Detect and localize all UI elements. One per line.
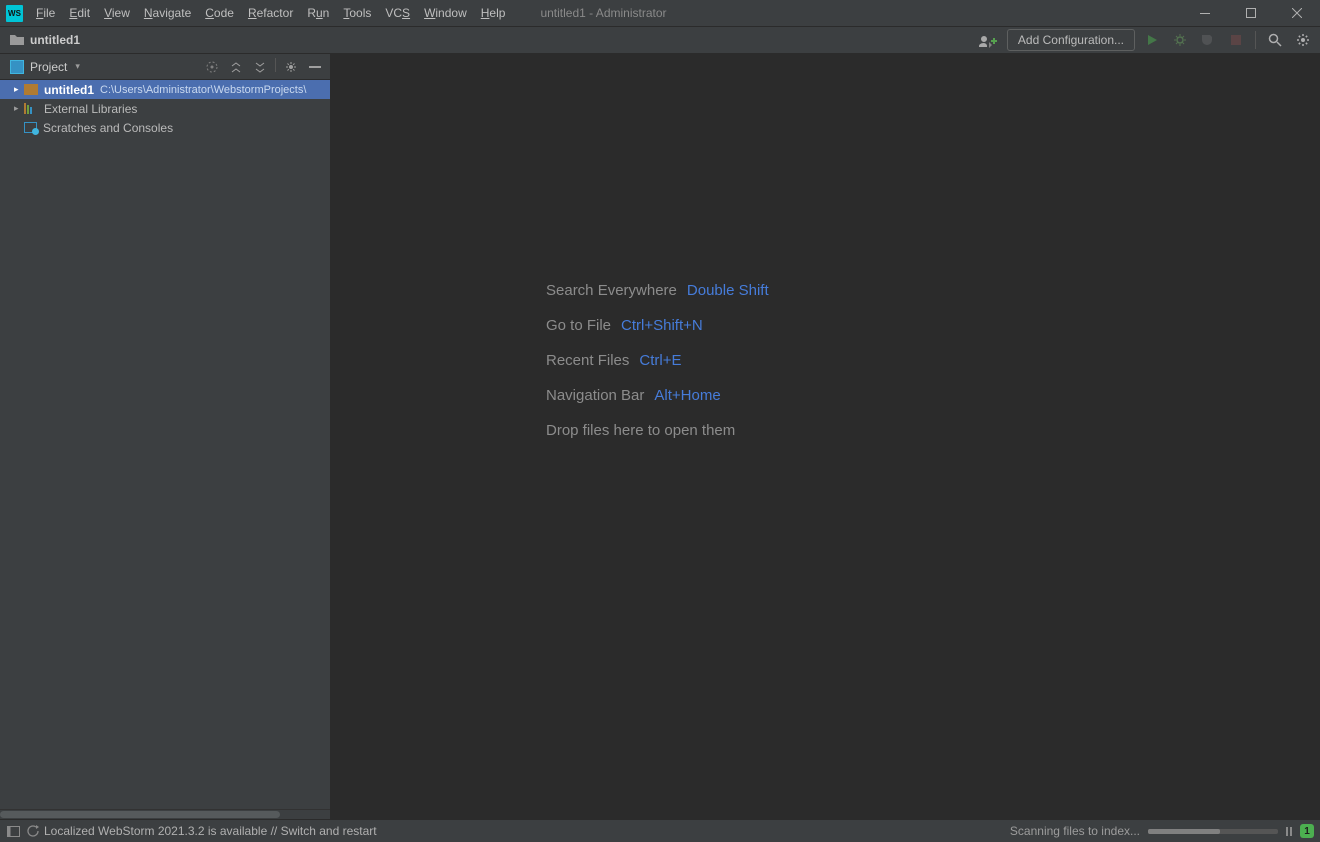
status-bar: Localized WebStorm 2021.3.2 is available… xyxy=(0,819,1320,842)
project-view-icon xyxy=(10,60,24,74)
library-icon xyxy=(24,103,38,114)
status-task-label[interactable]: Scanning files to index... xyxy=(1010,824,1140,838)
debug-button[interactable] xyxy=(1169,29,1191,51)
folder-icon xyxy=(24,84,38,95)
tree-external-libraries[interactable]: ▸ External Libraries xyxy=(0,99,330,118)
menu-edit[interactable]: Edit xyxy=(62,0,97,26)
app-logo-icon: WS xyxy=(6,5,23,22)
window-title: untitled1 - Administrator xyxy=(540,6,666,20)
status-message[interactable]: Localized WebStorm 2021.3.2 is available… xyxy=(44,824,377,838)
collapse-all-icon[interactable] xyxy=(251,58,269,76)
project-tool-window: Project ▾ ▸ untitled1 C:\Users\Administr… xyxy=(0,54,331,819)
menu-refactor[interactable]: Refactor xyxy=(241,0,300,26)
locate-file-icon[interactable] xyxy=(203,58,221,76)
run-with-coverage-button[interactable] xyxy=(1197,29,1219,51)
chevron-down-icon[interactable]: ▾ xyxy=(75,61,80,72)
tree-scratches[interactable]: Scratches and Consoles xyxy=(0,118,330,137)
hint-search-everywhere: Search Everywhere Double Shift xyxy=(546,282,769,299)
hint-recent-files: Recent Files Ctrl+E xyxy=(546,352,769,369)
project-tool-title[interactable]: Project xyxy=(30,60,67,74)
editor-empty-hints: Search Everywhere Double Shift Go to Fil… xyxy=(546,282,769,439)
project-tool-header: Project ▾ xyxy=(0,54,330,80)
scratches-icon xyxy=(24,122,37,133)
hint-go-to-file: Go to File Ctrl+Shift+N xyxy=(546,317,769,334)
project-tree[interactable]: ▸ untitled1 C:\Users\Administrator\Webst… xyxy=(0,80,330,809)
window-close-button[interactable] xyxy=(1274,0,1320,27)
menu-file[interactable]: File xyxy=(29,0,62,26)
breadcrumb-project[interactable]: untitled1 xyxy=(30,33,80,47)
window-minimize-button[interactable] xyxy=(1182,0,1228,27)
tree-root-name: untitled1 xyxy=(44,83,94,97)
code-with-me-button[interactable] xyxy=(975,29,1001,51)
menu-run[interactable]: Run xyxy=(300,0,336,26)
menu-view[interactable]: View xyxy=(97,0,137,26)
tool-window-settings-icon[interactable] xyxy=(282,58,300,76)
stop-button[interactable] xyxy=(1225,29,1247,51)
notifications-badge[interactable]: 1 xyxy=(1300,824,1314,838)
menu-tools[interactable]: Tools xyxy=(336,0,378,26)
menu-vcs[interactable]: VCS xyxy=(378,0,417,26)
menu-help[interactable]: Help xyxy=(474,0,513,26)
expand-all-icon[interactable] xyxy=(227,58,245,76)
navigation-bar: untitled1 Add Configuration... xyxy=(0,27,1320,54)
add-configuration-button[interactable]: Add Configuration... xyxy=(1007,29,1135,51)
editor-area[interactable]: Search Everywhere Double Shift Go to Fil… xyxy=(331,54,1320,819)
status-progress-bar[interactable] xyxy=(1148,829,1278,834)
window-maximize-button[interactable] xyxy=(1228,0,1274,27)
menu-window[interactable]: Window xyxy=(417,0,474,26)
tool-windows-toggle-icon[interactable] xyxy=(6,824,21,839)
background-tasks-icon[interactable] xyxy=(25,824,40,839)
hint-navigation-bar: Navigation Bar Alt+Home xyxy=(546,387,769,404)
tree-root-row[interactable]: ▸ untitled1 C:\Users\Administrator\Webst… xyxy=(0,80,330,99)
folder-icon xyxy=(10,34,24,46)
tree-root-path: C:\Users\Administrator\WebstormProjects\ xyxy=(100,84,306,96)
ide-settings-icon[interactable] xyxy=(1292,29,1314,51)
menu-bar: WS File Edit View Navigate Code Refactor… xyxy=(0,0,1320,27)
search-everywhere-icon[interactable] xyxy=(1264,29,1286,51)
hint-drop-files: Drop files here to open them xyxy=(546,422,769,439)
pause-task-icon[interactable] xyxy=(1286,827,1292,836)
hide-tool-window-icon[interactable] xyxy=(306,58,324,76)
project-tree-scrollbar[interactable] xyxy=(0,809,330,819)
run-button[interactable] xyxy=(1141,29,1163,51)
menu-code[interactable]: Code xyxy=(198,0,241,26)
menu-navigate[interactable]: Navigate xyxy=(137,0,198,26)
